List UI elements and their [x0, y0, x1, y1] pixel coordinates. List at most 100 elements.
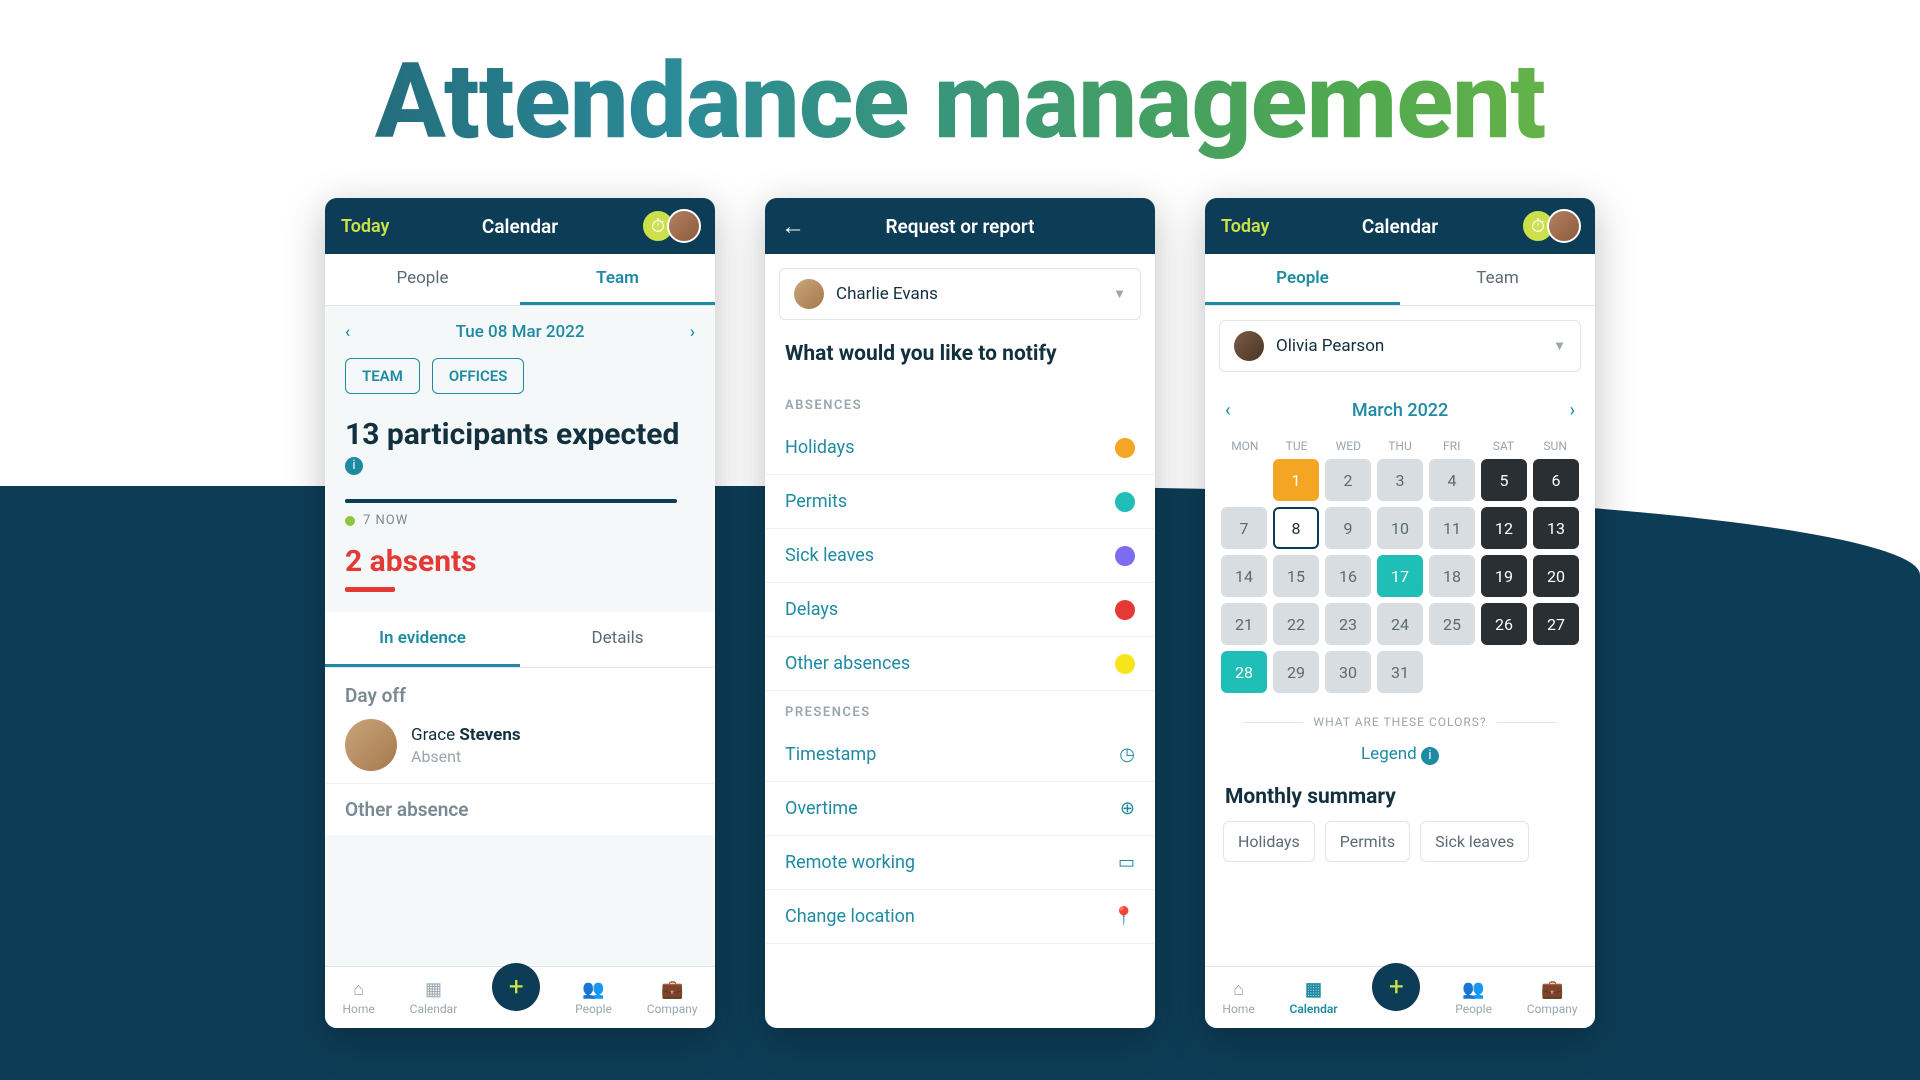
- row-sick[interactable]: Sick leaves: [765, 529, 1155, 583]
- month-prev-icon[interactable]: ‹: [1225, 400, 1231, 421]
- fab-add-button[interactable]: +: [492, 963, 540, 1011]
- user-select[interactable]: Charlie Evans ▼: [779, 268, 1141, 320]
- calendar-day[interactable]: 16: [1325, 555, 1371, 597]
- home-icon: ⌂: [1233, 979, 1244, 1000]
- calendar-day[interactable]: 24: [1377, 603, 1423, 645]
- participants-expected: 13 participants expected: [345, 418, 695, 451]
- calendar-day[interactable]: 4: [1429, 459, 1475, 501]
- calendar-day[interactable]: 12: [1481, 507, 1527, 549]
- calendar-day[interactable]: 27: [1533, 603, 1579, 645]
- phone-calendar-people: Today Calendar ⏱ People Team Olivia Pear…: [1205, 198, 1595, 1028]
- calendar-day[interactable]: 3: [1377, 459, 1423, 501]
- person-row[interactable]: Grace Stevens Absent: [345, 719, 695, 771]
- row-timestamp[interactable]: Timestamp◷: [765, 728, 1155, 782]
- fab-add-button[interactable]: +: [1372, 963, 1420, 1011]
- back-icon[interactable]: ←: [781, 212, 805, 241]
- row-delays[interactable]: Delays: [765, 583, 1155, 637]
- absents-bar: [345, 587, 395, 592]
- calendar-day[interactable]: 8: [1273, 507, 1319, 549]
- colors-header: WHAT ARE THESE COLORS?: [1205, 715, 1595, 729]
- user-select[interactable]: Olivia Pearson ▼: [1219, 320, 1581, 372]
- chip-sick[interactable]: Sick leaves: [1420, 821, 1529, 862]
- calendar-day[interactable]: 20: [1533, 555, 1579, 597]
- nav-people[interactable]: 👥People: [1455, 979, 1492, 1016]
- dow-cell: SAT: [1480, 439, 1528, 453]
- calendar-day[interactable]: 14: [1221, 555, 1267, 597]
- calendar-day[interactable]: 2: [1325, 459, 1371, 501]
- chip-holidays[interactable]: Holidays: [1223, 821, 1315, 862]
- calendar-day[interactable]: 10: [1377, 507, 1423, 549]
- pill-offices[interactable]: OFFICES: [432, 358, 525, 394]
- calendar-tab[interactable]: Calendar: [1362, 215, 1438, 238]
- calendar-day[interactable]: 28: [1221, 651, 1267, 693]
- calendar-day[interactable]: 1: [1273, 459, 1319, 501]
- info-icon[interactable]: i: [345, 457, 363, 475]
- pin-icon: 📍: [1113, 906, 1135, 927]
- calendar-day[interactable]: 15: [1273, 555, 1319, 597]
- calendar-day[interactable]: 6: [1533, 459, 1579, 501]
- person-name: Grace Stevens: [411, 725, 521, 745]
- calendar-day[interactable]: 5: [1481, 459, 1527, 501]
- tab-team[interactable]: Team: [520, 254, 715, 305]
- status-dot-icon: [345, 516, 355, 526]
- user-avatar[interactable]: [1547, 209, 1581, 243]
- current-date[interactable]: Tue 08 Mar 2022: [456, 322, 585, 342]
- calendar-day[interactable]: 30: [1325, 651, 1371, 693]
- row-location[interactable]: Change location📍: [765, 890, 1155, 944]
- date-prev-icon[interactable]: ‹: [345, 322, 350, 342]
- pill-team[interactable]: TEAM: [345, 358, 420, 394]
- nav-home[interactable]: ⌂Home: [342, 979, 374, 1016]
- calendar-tab[interactable]: Calendar: [482, 215, 558, 238]
- nav-home[interactable]: ⌂Home: [1222, 979, 1254, 1016]
- calendar-day[interactable]: 22: [1273, 603, 1319, 645]
- nav-people[interactable]: 👥People: [575, 979, 612, 1016]
- absences-header: ABSENCES: [765, 384, 1155, 421]
- now-count: 7 NOW: [363, 513, 408, 528]
- date-next-icon[interactable]: ›: [690, 322, 695, 342]
- calendar-day[interactable]: 29: [1273, 651, 1319, 693]
- screen-title: Request or report: [885, 215, 1034, 238]
- subtab-details[interactable]: Details: [520, 612, 715, 667]
- nav-calendar[interactable]: ▦Calendar: [410, 979, 458, 1016]
- row-other[interactable]: Other absences: [765, 637, 1155, 691]
- dot-icon: [1115, 492, 1135, 512]
- nav-company[interactable]: 💼Company: [1527, 979, 1578, 1016]
- calendar-day[interactable]: 19: [1481, 555, 1527, 597]
- avatar: [1234, 331, 1264, 361]
- calendar-day[interactable]: 17: [1377, 555, 1423, 597]
- calendar-grid: 1234567891011121314151617181920212223242…: [1205, 459, 1595, 693]
- legend-link[interactable]: Legend i: [1205, 729, 1595, 785]
- month-next-icon[interactable]: ›: [1570, 400, 1575, 421]
- today-tab[interactable]: Today: [341, 216, 390, 237]
- tab-people[interactable]: People: [325, 254, 520, 305]
- nav-calendar[interactable]: ▦Calendar: [1290, 979, 1338, 1016]
- dot-icon: [1115, 438, 1135, 458]
- chip-permits[interactable]: Permits: [1325, 821, 1410, 862]
- user-avatar[interactable]: [667, 209, 701, 243]
- tab-team[interactable]: Team: [1400, 254, 1595, 305]
- row-remote[interactable]: Remote working▭: [765, 836, 1155, 890]
- row-permits[interactable]: Permits: [765, 475, 1155, 529]
- tab-people[interactable]: People: [1205, 254, 1400, 305]
- row-holidays[interactable]: Holidays: [765, 421, 1155, 475]
- calendar-day[interactable]: 31: [1377, 651, 1423, 693]
- briefcase-icon: 💼: [1541, 979, 1563, 1000]
- calendar-day[interactable]: 26: [1481, 603, 1527, 645]
- caret-down-icon: ▼: [1553, 338, 1566, 354]
- topbar: Today Calendar ⏱: [325, 198, 715, 254]
- calendar-day[interactable]: 9: [1325, 507, 1371, 549]
- subtab-evidence[interactable]: In evidence: [325, 612, 520, 667]
- row-overtime[interactable]: Overtime⊕: [765, 782, 1155, 836]
- today-tab[interactable]: Today: [1221, 216, 1270, 237]
- calendar-day[interactable]: 13: [1533, 507, 1579, 549]
- nav-company[interactable]: 💼Company: [647, 979, 698, 1016]
- calendar-day[interactable]: 25: [1429, 603, 1475, 645]
- calendar-day[interactable]: 7: [1221, 507, 1267, 549]
- calendar-day[interactable]: 11: [1429, 507, 1475, 549]
- calendar-day[interactable]: 21: [1221, 603, 1267, 645]
- month-label[interactable]: March 2022: [1352, 400, 1448, 421]
- dow-row: MONTUEWEDTHUFRISATSUN: [1205, 431, 1595, 459]
- avatar: [794, 279, 824, 309]
- calendar-day[interactable]: 18: [1429, 555, 1475, 597]
- calendar-day[interactable]: 23: [1325, 603, 1371, 645]
